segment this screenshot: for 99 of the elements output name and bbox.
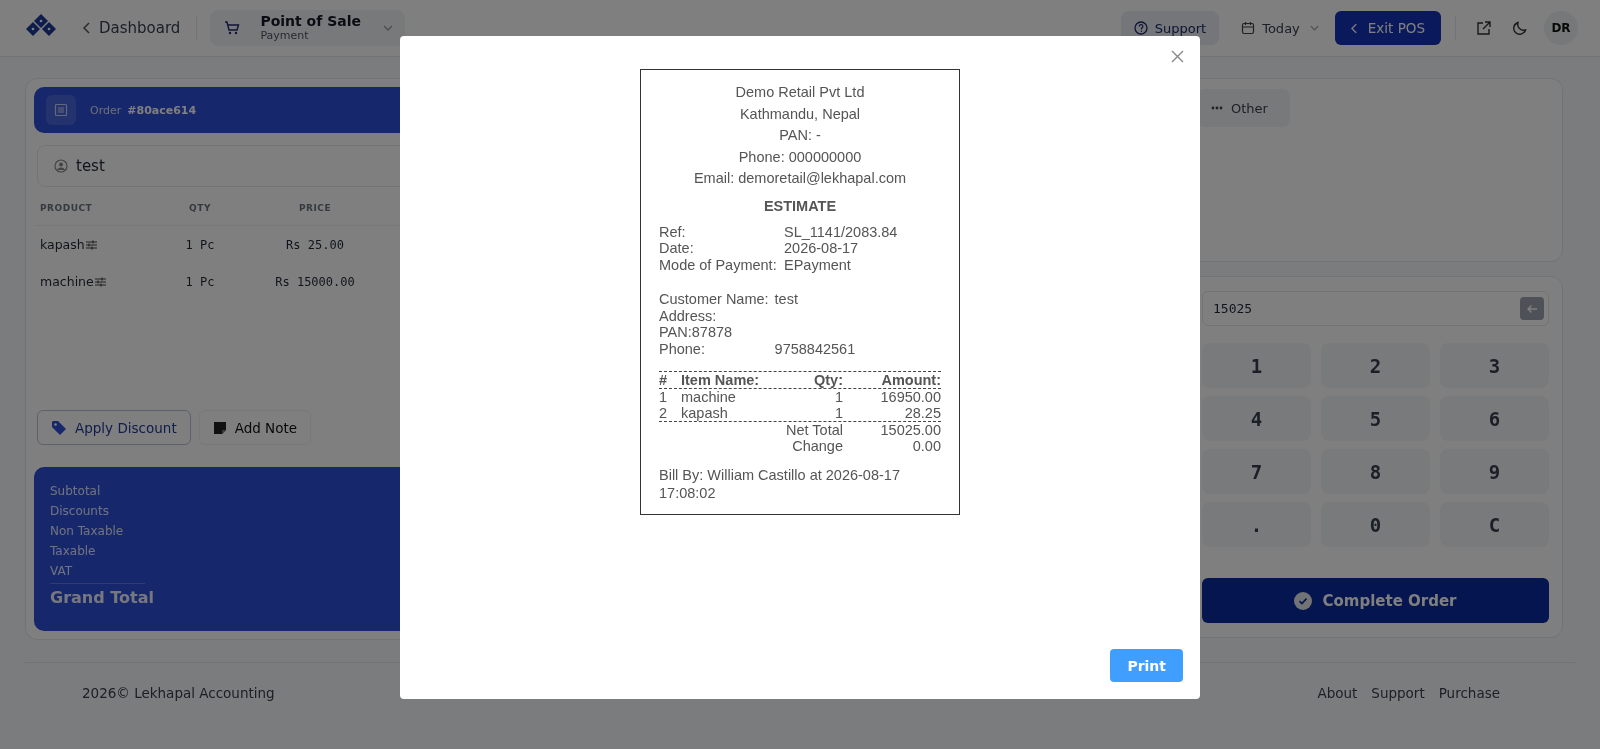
detail-value: 2026-08-17 xyxy=(784,240,860,257)
item-amount: 28.25 xyxy=(903,405,941,421)
detail-value: EPayment xyxy=(784,256,852,273)
order-label: Order xyxy=(90,103,122,117)
dashboard-link[interactable]: Dashboard xyxy=(83,19,181,37)
chevron-left-icon xyxy=(83,22,91,34)
product-name: kapash xyxy=(40,237,85,252)
module-switcher[interactable]: Point of Sale Payment xyxy=(210,10,405,46)
total-label: Change xyxy=(791,438,843,454)
tag-icon xyxy=(51,419,67,436)
cart-icon xyxy=(224,20,241,36)
apply-discount-button[interactable]: Apply Discount xyxy=(37,410,191,445)
keypad-key[interactable]: 3 xyxy=(1440,343,1549,388)
item-column-header: # xyxy=(659,372,669,388)
column-header: PRICE xyxy=(297,203,333,213)
bill-by-text: Bill By: William Castillo at 2026-08-17 17:08:02 xyxy=(659,466,901,502)
more-icon xyxy=(1211,106,1223,110)
calendar-icon xyxy=(1241,21,1256,35)
total-value: 0.00 xyxy=(911,438,941,454)
check-circle-icon xyxy=(1294,591,1313,610)
sliders-icon[interactable] xyxy=(85,239,97,250)
customer-label: PAN:87878 xyxy=(659,324,734,341)
keypad-key[interactable]: 8 xyxy=(1321,449,1430,494)
sliders-icon[interactable] xyxy=(94,276,106,287)
help-icon xyxy=(1133,21,1148,35)
item-number: 1 xyxy=(659,389,669,405)
chevron-down-icon xyxy=(383,25,393,31)
total-label: Net Total xyxy=(785,422,843,438)
company-info: Kathmandu, Nepal xyxy=(738,104,862,124)
grand-total-label: Grand Total xyxy=(50,588,154,607)
backspace-button[interactable] xyxy=(1520,297,1544,320)
company-info: PAN: - xyxy=(778,126,822,145)
footer-link[interactable]: Purchase xyxy=(1438,685,1500,701)
quantity-cell-text: 1 Pc xyxy=(184,274,216,289)
detail-label: Date: xyxy=(659,240,695,257)
item-number: 2 xyxy=(659,405,669,421)
external-link-icon[interactable] xyxy=(1476,20,1492,36)
quantity-cell-text: 1 Pc xyxy=(184,237,216,252)
detail-label: Ref: xyxy=(659,223,687,240)
company-info: Email: demoretail@lekhapal.com xyxy=(692,169,908,188)
summary-label: Discounts xyxy=(50,503,109,520)
item-amount: 16950.00 xyxy=(879,389,941,405)
keypad-key[interactable]: 7 xyxy=(1202,449,1311,494)
keypad-key[interactable]: 1 xyxy=(1202,343,1311,388)
item-column-header: Item Name: xyxy=(681,372,761,388)
date-filter[interactable]: Today xyxy=(1241,20,1319,36)
keypad-key[interactable]: . xyxy=(1202,502,1311,547)
keypad-key[interactable]: C xyxy=(1440,502,1549,547)
detail-label: Mode of Payment: xyxy=(659,256,778,273)
note-icon xyxy=(212,420,227,435)
keypad-key[interactable]: 2 xyxy=(1321,343,1430,388)
keypad-key[interactable]: 5 xyxy=(1321,396,1430,441)
complete-order-button[interactable]: Complete Order xyxy=(1202,578,1549,623)
footer-link[interactable]: Support xyxy=(1371,685,1425,701)
close-button[interactable] xyxy=(1171,50,1184,63)
arrow-left-icon xyxy=(1526,303,1538,314)
price-cell-text: Rs 25.00 xyxy=(285,237,345,252)
copyright-text: 2026© Lekhapal Accounting xyxy=(82,685,275,701)
summary-label: VAT xyxy=(50,563,73,580)
summary-label: Non Taxable xyxy=(50,523,124,540)
close-icon xyxy=(1171,50,1184,63)
detail-value: SL_1141/2083.84 xyxy=(784,223,899,240)
total-value: 15025.00 xyxy=(879,422,941,438)
exit-pos-button[interactable]: Exit POS xyxy=(1334,11,1441,45)
company-info: Demo Retail Pvt Ltd xyxy=(734,83,866,102)
order-number: #80ace614 xyxy=(127,103,197,117)
keypad-key[interactable]: 9 xyxy=(1440,449,1549,494)
customer-label: Address: xyxy=(659,307,718,324)
print-button[interactable]: Print xyxy=(1110,649,1183,682)
item-column-header: Qty: xyxy=(813,372,843,388)
add-note-button[interactable]: Add Note xyxy=(198,410,312,445)
item-name: kapash xyxy=(681,405,729,421)
user-icon xyxy=(54,159,68,173)
keypad-key[interactable]: 0 xyxy=(1321,502,1430,547)
chevron-left-icon xyxy=(1350,22,1358,34)
item-qty: 1 xyxy=(833,389,843,405)
item-column-header: Amount: xyxy=(880,372,941,388)
customer-value: test xyxy=(774,291,799,308)
moon-icon[interactable] xyxy=(1512,20,1528,36)
summary-label: Subtotal xyxy=(50,483,101,500)
item-qty: 1 xyxy=(833,405,843,421)
column-header: QTY xyxy=(188,203,212,213)
price-cell-text: Rs 15000.00 xyxy=(274,274,356,289)
item-name: machine xyxy=(681,389,737,405)
document-title: ESTIMATE xyxy=(762,197,838,214)
summary-label: Taxable xyxy=(50,543,96,560)
amount-field[interactable]: 15025 xyxy=(1202,291,1549,326)
customer-label: Phone: xyxy=(659,340,706,357)
payment-method-button[interactable]: Other xyxy=(1197,89,1290,127)
user-avatar[interactable]: DR xyxy=(1544,11,1578,45)
product-name: machine xyxy=(40,274,94,289)
chevron-down-icon xyxy=(1309,25,1319,31)
keypad-key[interactable]: 4 xyxy=(1202,396,1311,441)
customer-value: 9758842561 xyxy=(774,340,857,357)
keypad-key[interactable]: 6 xyxy=(1440,396,1549,441)
footer-link[interactable]: About xyxy=(1317,685,1358,701)
customer-label: Customer Name: xyxy=(659,291,769,308)
column-header: PRODUCT xyxy=(40,203,94,213)
company-info: Phone: 000000000 xyxy=(737,147,863,167)
